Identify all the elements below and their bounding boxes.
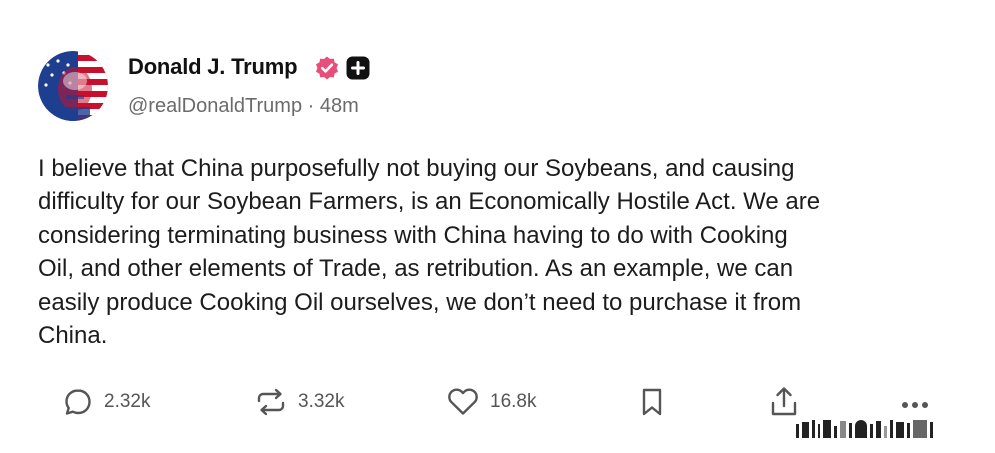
author-badges [314, 55, 371, 81]
bookmark-button[interactable] [638, 380, 666, 424]
author-avatar[interactable] [38, 51, 108, 121]
retruth-button[interactable]: 3.32k [254, 380, 344, 424]
more-options-icon [902, 402, 928, 408]
author-handle-line: @realDonaldTrump · 48m [128, 92, 359, 120]
post-body-text: I believe that China purposefully not bu… [38, 155, 821, 350]
bookmark-icon [642, 388, 662, 416]
author-handle[interactable]: @realDonaldTrump [128, 95, 302, 117]
share-icon [771, 387, 797, 416]
retruth-count: 3.32k [298, 391, 345, 412]
like-button[interactable]: 16.8k [446, 380, 536, 424]
heart-icon [448, 388, 478, 415]
reply-count: 2.32k [104, 391, 151, 412]
cropped-watermark [796, 418, 933, 438]
truth-social-post: Donald J. Trump @realDonaldTrump · 48m I… [0, 0, 995, 453]
reply-button[interactable]: 2.32k [62, 380, 150, 424]
like-count: 16.8k [490, 391, 537, 412]
post-timestamp[interactable]: 48m [320, 95, 359, 117]
author-display-name[interactable]: Donald J. Trump [128, 53, 298, 81]
meta-separator: · [307, 95, 315, 117]
avatar-flag-portrait-icon [38, 51, 108, 121]
reply-icon [65, 389, 91, 415]
verified-badge-icon [314, 55, 340, 81]
plus-badge-icon [345, 55, 371, 81]
retruth-icon [257, 388, 285, 416]
